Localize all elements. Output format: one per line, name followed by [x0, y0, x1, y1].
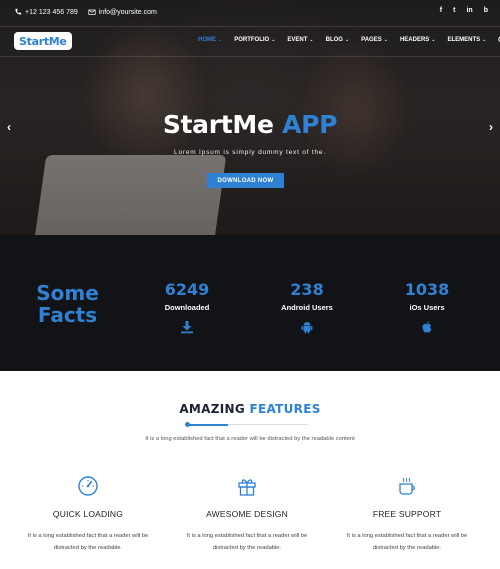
fact-label: iOs Users	[409, 303, 445, 312]
feature-title: QUICK LOADING	[52, 509, 124, 519]
feature-description: It is a long established fact that a rea…	[346, 533, 468, 551]
fact-number: 238	[290, 280, 324, 299]
divider-dot	[185, 422, 190, 427]
feature-description: It is a long established fact that a rea…	[27, 533, 149, 551]
hero-subtitle: Lorem Ipsum is simply dummy text of the.	[174, 149, 326, 156]
facts-section: Some Facts 6249 Downloaded 238 Android U…	[0, 235, 500, 371]
email-contact[interactable]: info@yoursite.com	[88, 8, 157, 16]
facebook-icon[interactable]: f	[440, 7, 442, 14]
menu-item-elements[interactable]: ELEMENTS ⌄	[447, 36, 486, 44]
chevron-down-icon: ⌄	[271, 37, 276, 43]
gift-icon	[236, 475, 258, 497]
feature-awesome-design: AWESOME DESIGN It is a long established …	[167, 475, 327, 554]
menu-item-event[interactable]: EVENT ⌄	[287, 36, 313, 44]
logo-text: StartMe	[19, 34, 67, 48]
menu-label: PAGES	[361, 37, 382, 43]
behance-icon[interactable]: b	[484, 7, 488, 14]
facts-heading-line1: Some	[36, 281, 99, 305]
fact-label: Android Users	[281, 303, 333, 312]
email-text: info@yoursite.com	[98, 8, 157, 16]
apple-icon	[420, 320, 434, 334]
menu-item-blog[interactable]: BLOG ⌄	[326, 36, 350, 44]
title-divider	[185, 422, 308, 427]
feature-title: AWESOME DESIGN	[206, 509, 288, 519]
twitter-icon[interactable]: t	[453, 7, 455, 14]
chevron-down-icon: ⌄	[383, 37, 388, 43]
coffee-cup-icon	[396, 475, 418, 497]
menu-label: EVENT	[287, 37, 308, 43]
feature-title: FREE SUPPORT	[372, 509, 442, 519]
hero-title-accent: APP	[282, 110, 338, 139]
linkedin-icon[interactable]: in	[466, 7, 472, 14]
fact-label: Downloaded	[164, 303, 210, 312]
hero-title-main: StartMe	[162, 110, 274, 139]
top-bar: +12 123 456 789 info@yoursite.com f t in…	[0, 0, 500, 27]
speedometer-icon	[77, 475, 99, 497]
social-links: f t in b	[440, 7, 488, 14]
menu-item-home[interactable]: HOME ⌄	[198, 36, 222, 44]
main-navbar: StartMe HOME ⌄ PORTFOLIO ⌄ EVENT ⌄ BLOG ⌄ PA…	[0, 27, 500, 57]
phone-icon	[15, 8, 22, 15]
divider-bar	[186, 423, 228, 426]
menu-label: HEADERS	[399, 37, 430, 43]
chevron-down-icon: ⌄	[218, 37, 223, 43]
hero-title: StartMe APP	[0, 110, 500, 139]
fact-downloaded: 6249 Downloaded	[137, 280, 237, 334]
download-now-button[interactable]: DOWNLOAD NOW	[207, 173, 284, 188]
features-title-accent: FEATURES	[249, 402, 321, 416]
menu-item-portfolio[interactable]: PORTFOLIO ⌄	[234, 36, 275, 44]
feature-description: It is a long established fact that a rea…	[186, 533, 308, 551]
menu-label: ELEMENTS	[447, 37, 481, 43]
facts-heading-line2: Facts	[37, 303, 98, 327]
facts-heading: Some Facts	[30, 282, 105, 326]
features-subtitle: It is a long established fact that a rea…	[145, 436, 355, 442]
chevron-down-icon: ⌄	[344, 37, 350, 43]
contact-info: +12 123 456 789 info@yoursite.com	[14, 8, 157, 16]
fact-number: 1038	[404, 280, 450, 299]
main-menu: HOME ⌄ PORTFOLIO ⌄ EVENT ⌄ BLOG ⌄ PAGES ⌄ HEA…	[198, 36, 500, 44]
fact-number: 6249	[164, 280, 210, 299]
feature-quick-loading: QUICK LOADING It is a long established f…	[8, 475, 168, 554]
android-icon	[300, 320, 314, 334]
chevron-down-icon: ⌄	[309, 37, 314, 43]
features-title: AMAZING FEATURES	[0, 402, 500, 416]
fact-android-users: 238 Android Users	[257, 280, 357, 334]
menu-label: PORTFOLIO	[234, 37, 270, 43]
site-logo[interactable]: StartMe	[14, 32, 72, 50]
fact-ios-users: 1038 iOs Users	[377, 280, 477, 334]
chevron-down-icon: ⌄	[482, 37, 487, 43]
menu-item-headers[interactable]: HEADERS ⌄	[400, 36, 436, 44]
feature-free-support: FREE SUPPORT It is a long established fa…	[327, 475, 487, 554]
hero-section: +12 123 456 789 info@yoursite.com f t in…	[0, 0, 500, 235]
chevron-down-icon: ⌄	[431, 37, 436, 43]
phone-text: +12 123 456 789	[25, 8, 78, 16]
features-title-main: AMAZING	[179, 402, 246, 416]
envelope-icon	[88, 9, 96, 15]
menu-item-pages[interactable]: PAGES ⌄	[361, 36, 388, 44]
menu-label: HOME	[198, 37, 216, 43]
download-icon	[180, 320, 194, 334]
phone-contact[interactable]: +12 123 456 789	[14, 8, 78, 16]
menu-label: BLOG	[325, 37, 343, 43]
